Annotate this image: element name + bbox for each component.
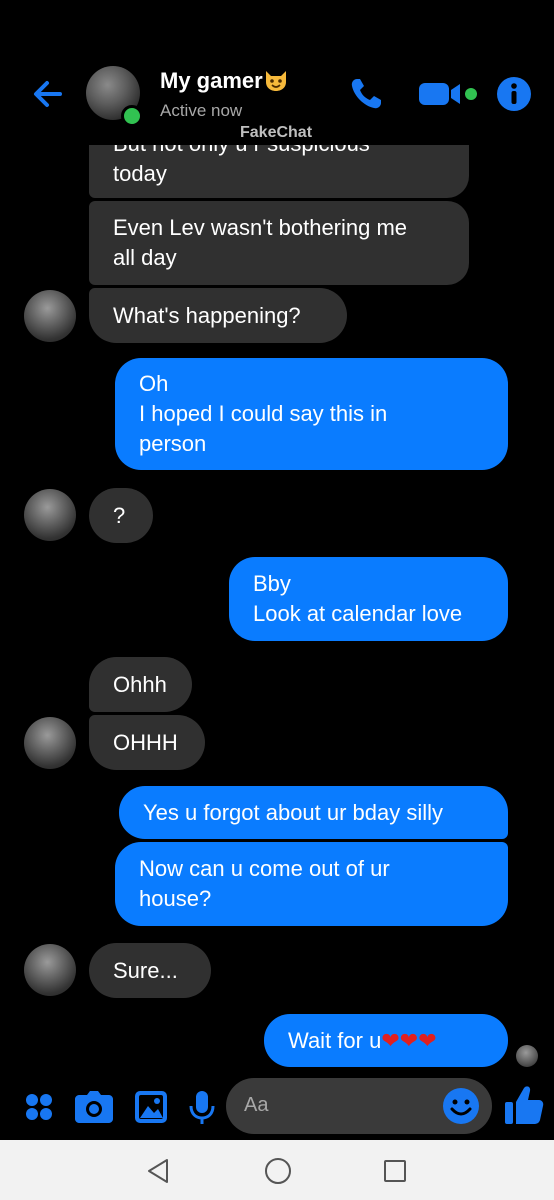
message-bubble-outgoing[interactable]: Yes u forgot about ur bday silly xyxy=(119,786,508,839)
smiley-icon[interactable] xyxy=(442,1087,480,1125)
contact-avatar[interactable] xyxy=(24,717,76,769)
watermark: FakeChat xyxy=(240,124,313,141)
active-status: Active now xyxy=(160,101,243,120)
message-bubble-incoming[interactable]: What's happening? xyxy=(89,288,347,343)
message-line: Ohhh xyxy=(113,671,167,697)
heart-emoji: ❤❤❤ xyxy=(381,1027,437,1053)
message-line: Look at calendar love xyxy=(253,601,463,626)
message-line: I hoped I could say this in xyxy=(139,401,388,426)
contact-name[interactable]: My gamer xyxy=(160,68,289,94)
cat-face-emoji-icon xyxy=(265,71,286,91)
message-bubble-outgoing[interactable]: Wait for u❤❤❤ xyxy=(264,1014,508,1067)
message-list[interactable]: But not only u r suspicious today Even L… xyxy=(0,0,554,1080)
square-recents-icon[interactable] xyxy=(383,1159,407,1183)
message-line: today xyxy=(113,161,167,186)
message-line: Bby xyxy=(253,571,291,596)
contact-avatar[interactable] xyxy=(24,489,76,541)
message-bubble-outgoing[interactable]: Now can u come out of ur house? xyxy=(115,842,508,926)
message-line: house? xyxy=(139,886,212,911)
four-dots-icon[interactable] xyxy=(24,1092,54,1122)
message-line: Sure... xyxy=(113,957,178,983)
message-line: Now can u come out of ur xyxy=(139,856,390,881)
triangle-back-icon[interactable] xyxy=(146,1158,170,1184)
message-bubble-incoming[interactable]: Ohhh xyxy=(89,657,192,712)
microphone-icon[interactable] xyxy=(188,1090,216,1126)
message-line: OHHH xyxy=(113,729,178,755)
message-line: Even Lev wasn't bothering me xyxy=(113,215,408,240)
message-bubble-outgoing[interactable]: Oh I hoped I could say this in person xyxy=(115,358,508,470)
message-line: Yes u forgot about ur bday silly xyxy=(143,799,444,825)
message-bubble-incoming[interactable]: Even Lev wasn't bothering me all day xyxy=(89,201,469,285)
system-nav-bar xyxy=(0,1140,554,1200)
message-bubble-incoming[interactable]: ? xyxy=(89,488,153,543)
message-line: all day xyxy=(113,245,177,270)
message-bubble-outgoing[interactable]: Bby Look at calendar love xyxy=(229,557,508,641)
contact-name-text: My gamer xyxy=(160,68,263,93)
camera-icon[interactable] xyxy=(75,1091,113,1123)
message-line: person xyxy=(139,431,207,456)
contact-avatar[interactable] xyxy=(24,290,76,342)
message-line: ? xyxy=(113,502,126,528)
arrow-left-icon[interactable] xyxy=(30,76,66,112)
message-text: Wait for u xyxy=(288,1027,382,1053)
message-bubble-incoming[interactable]: Sure... xyxy=(89,943,211,998)
message-input-placeholder: Aa xyxy=(244,1094,269,1116)
image-icon[interactable] xyxy=(134,1090,168,1124)
message-bubble-incoming[interactable]: OHHH xyxy=(89,715,205,770)
info-icon[interactable] xyxy=(496,76,532,112)
seen-receipt-avatar xyxy=(516,1045,538,1067)
message-line: Wait for u❤❤❤ xyxy=(288,1026,484,1056)
contact-avatar[interactable] xyxy=(24,944,76,996)
video-camera-icon[interactable] xyxy=(418,80,480,108)
message-line: What's happening? xyxy=(113,302,301,328)
thumbs-up-icon[interactable] xyxy=(504,1084,544,1126)
phone-icon[interactable] xyxy=(348,76,384,112)
circle-home-icon[interactable] xyxy=(264,1157,292,1185)
online-indicator xyxy=(121,105,143,127)
message-line: Oh xyxy=(139,371,169,396)
